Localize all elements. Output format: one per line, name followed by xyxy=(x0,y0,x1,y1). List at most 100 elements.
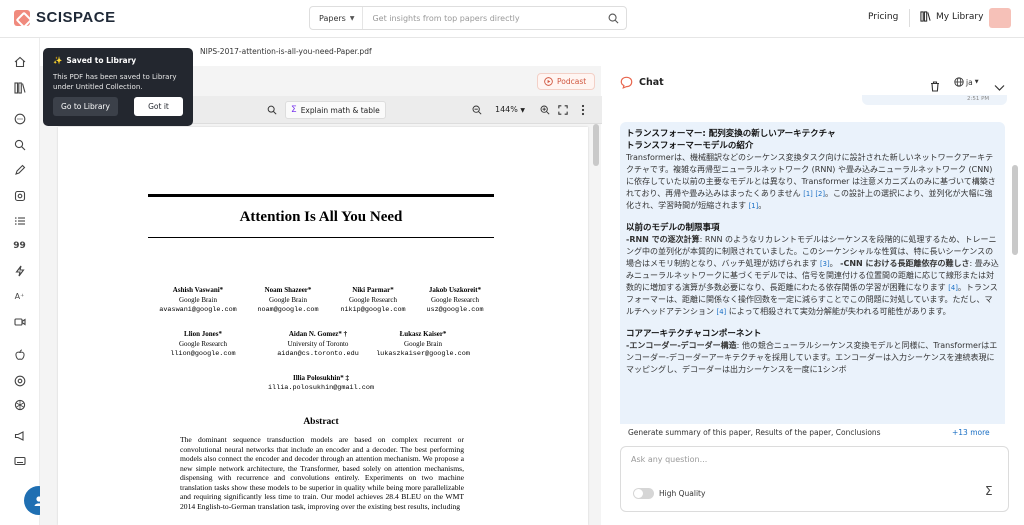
logo[interactable]: SCISPACE xyxy=(14,9,116,26)
toast-title-text: Saved to Library xyxy=(66,56,137,65)
logo-mark-icon xyxy=(14,9,30,26)
collapse-chevron-icon[interactable] xyxy=(994,77,1005,96)
go-to-library-button[interactable]: Go to Library xyxy=(53,97,118,116)
my-library-label: My Library xyxy=(936,11,984,22)
more-options-icon[interactable] xyxy=(578,101,588,119)
author-name: Noam Shazeer* xyxy=(264,286,312,294)
author-email: lukaszkaiser@google.com xyxy=(376,350,470,358)
search-icon[interactable] xyxy=(600,7,626,29)
grid-icon[interactable] xyxy=(12,188,27,203)
author-block: Łukasz Kaiser* Google Brain lukaszkaiser… xyxy=(368,329,478,359)
sidebar: 99 A⁺ xyxy=(0,38,40,525)
sigma-icon[interactable]: Σ xyxy=(985,484,993,498)
toast-title: ✨ Saved to Library xyxy=(53,56,136,65)
fullscreen-icon[interactable] xyxy=(556,101,570,119)
megaphone-icon[interactable] xyxy=(12,428,27,443)
author-email: usz@google.com xyxy=(426,306,484,314)
author-org: University of Toronto xyxy=(287,340,349,348)
search-icon[interactable] xyxy=(12,137,27,152)
message-paragraph: Transformerは、機械翻訳などのシーケンス変換タスク向けに設計された新し… xyxy=(626,153,996,210)
author-name: Aidan N. Gomez* † xyxy=(288,330,348,338)
paper-title: Attention Is All You Need xyxy=(239,209,403,225)
language-value: ja xyxy=(966,77,973,87)
video-icon[interactable] xyxy=(12,314,27,329)
chat-title: Chat xyxy=(639,77,664,88)
home-icon[interactable] xyxy=(12,54,27,69)
message-heading: コアアーキテクチャコンポーネント xyxy=(626,329,762,339)
author-org: Google Research xyxy=(178,340,227,348)
quote-icon[interactable]: 99 xyxy=(12,238,27,253)
search-scope-label: Papers xyxy=(319,13,346,23)
podcast-button[interactable]: Podcast xyxy=(537,73,595,90)
explain-label: Explain math & table xyxy=(300,105,380,115)
author-org: Google Brain xyxy=(404,340,442,348)
chat-input[interactable]: Ask any question... xyxy=(631,455,707,464)
keyboard-icon[interactable] xyxy=(12,453,27,468)
zoom-out-icon[interactable] xyxy=(470,101,484,119)
more-suggestions-link[interactable]: +13 more xyxy=(952,428,990,437)
list-icon[interactable] xyxy=(12,213,27,228)
message-bold: -CNN における長距離依存の難しさ xyxy=(840,259,970,268)
author-org: Google Research xyxy=(430,296,479,304)
chat-icon xyxy=(620,76,633,89)
search-icon[interactable] xyxy=(264,101,280,119)
saved-to-library-toast: ✨ Saved to Library This PDF has been sav… xyxy=(43,48,193,126)
search-input[interactable]: Get insights from top papers directly xyxy=(363,14,600,23)
citation-link[interactable]: [4] xyxy=(717,308,727,316)
divider xyxy=(148,194,494,197)
citation-link[interactable]: [3] xyxy=(820,260,830,268)
high-quality-toggle[interactable] xyxy=(633,488,654,499)
author-email: aidan@cs.toronto.edu xyxy=(277,350,359,358)
sigma-icon: Σ xyxy=(291,105,297,115)
author-name: Niki Parmar* xyxy=(352,286,394,294)
zoom-value: 144% xyxy=(495,105,518,114)
citation-link[interactable]: [2] xyxy=(815,190,825,198)
chevron-down-icon: ▼ xyxy=(349,14,355,22)
search-bar: Papers ▼ Get insights from top papers di… xyxy=(309,6,627,30)
search-scope-select[interactable]: Papers ▼ xyxy=(310,7,364,29)
globe-icon xyxy=(954,77,964,87)
author-block: Illia Polosukhin* ‡ illia.polosukhin@gma… xyxy=(251,373,391,393)
play-icon xyxy=(544,77,553,86)
author-block: Ashish Vaswani* Google Brain avaswani@go… xyxy=(158,285,238,315)
sparkle-icon: ✨ xyxy=(53,56,63,65)
openai-icon[interactable] xyxy=(12,397,27,412)
delete-icon[interactable] xyxy=(930,77,940,96)
apple-icon[interactable] xyxy=(12,347,27,362)
explain-math-button[interactable]: Σ Explain math & table xyxy=(285,101,386,119)
citation-link[interactable]: [1] xyxy=(803,190,813,198)
avatar[interactable] xyxy=(989,8,1011,28)
author-email: llion@google.com xyxy=(170,350,236,358)
message-bold: -RNN での逐次計算 xyxy=(626,235,700,244)
author-name: Ashish Vaswani* xyxy=(172,286,224,294)
assistant-message: トランスフォーマー: 配列変換の新しいアーキテクチャ トランスフォーマーモデルの… xyxy=(620,122,1005,436)
my-library-link[interactable]: My Library xyxy=(920,11,983,22)
zoom-in-icon[interactable] xyxy=(538,101,552,119)
author-email: illia.polosukhin@gmail.com xyxy=(267,384,375,392)
language-select[interactable]: ja ▼ xyxy=(954,77,979,87)
pricing-link[interactable]: Pricing xyxy=(868,12,898,22)
chat-scrollbar[interactable] xyxy=(1012,165,1018,255)
suggested-questions[interactable]: Generate summary of this paper, Results … xyxy=(628,428,881,437)
citation-link[interactable]: [4] xyxy=(948,284,958,292)
zoom-select[interactable]: 144% ▼ xyxy=(495,105,525,114)
citation-link[interactable]: [1] xyxy=(749,202,759,210)
library-icon[interactable] xyxy=(12,80,27,95)
divider xyxy=(148,237,494,238)
toast-body: This PDF has been saved to Library under… xyxy=(53,73,177,91)
lightning-icon[interactable] xyxy=(12,263,27,278)
chrome-icon[interactable] xyxy=(12,373,27,388)
chevron-down-icon: ▼ xyxy=(520,107,526,114)
author-block: Noam Shazeer* Google Brain noam@google.c… xyxy=(248,285,328,315)
author-org: Google Research xyxy=(348,296,397,304)
author-name: Illia Polosukhin* ‡ xyxy=(292,374,350,382)
author-name: Łukasz Kaiser* xyxy=(399,330,447,338)
got-it-button[interactable]: Got it xyxy=(134,97,183,116)
pen-icon[interactable] xyxy=(12,162,27,177)
pdf-scrollbar[interactable] xyxy=(593,124,599,166)
ai-writer-icon[interactable]: A⁺ xyxy=(12,289,27,304)
chat-bubble-icon[interactable] xyxy=(12,111,27,126)
top-bar: SCISPACE Papers ▼ Get insights from top … xyxy=(0,0,1024,38)
author-block: Aidan N. Gomez* † University of Toronto … xyxy=(268,329,368,359)
high-quality-label: High Quality xyxy=(659,489,706,498)
